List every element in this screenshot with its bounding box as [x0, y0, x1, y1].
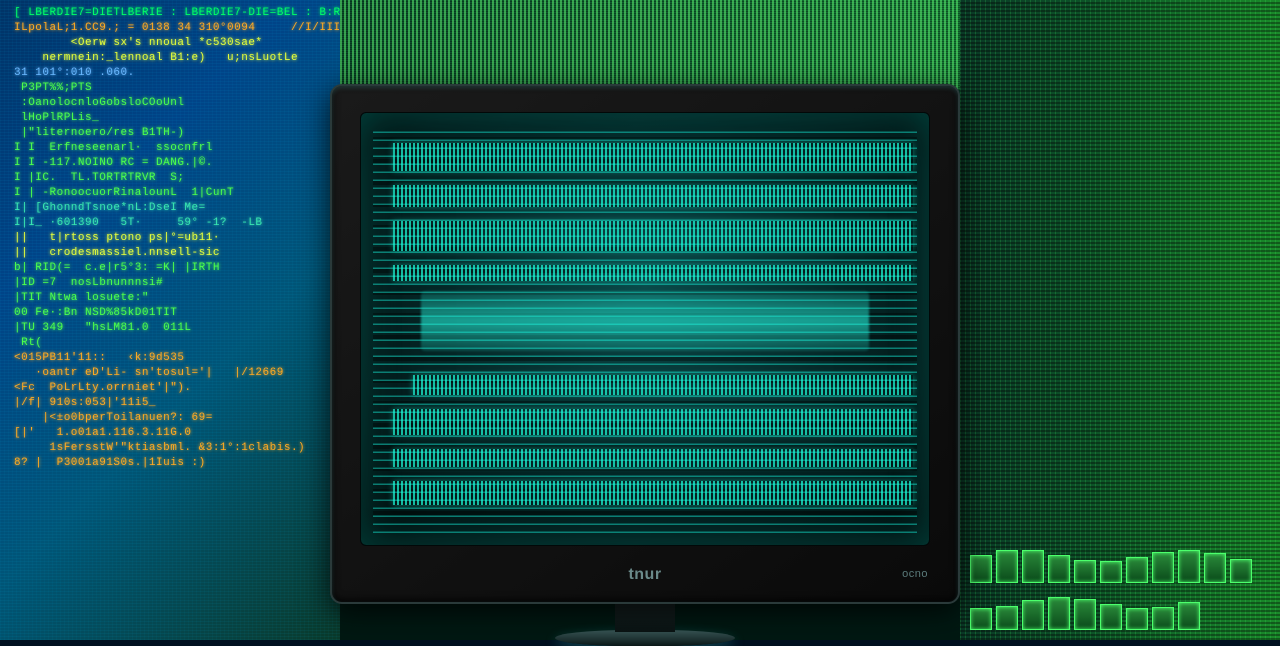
- code-line: 00 Fe·:Bn NSD%85kD01TIT: [14, 306, 330, 321]
- screen-data-blocks: [373, 125, 917, 533]
- data-block: [413, 375, 913, 395]
- circuit-chip: [1048, 597, 1070, 630]
- circuit-chip: [996, 606, 1018, 630]
- scene-root: [ LBERDIE7=DIETLBERIE : LBERDIE7-DIE=BEL…: [0, 0, 1280, 640]
- crt-monitor: tnur ocno: [330, 84, 960, 604]
- code-line: |ID =7 nosLbnunnnsi#: [14, 276, 330, 291]
- right-circuit-panel: [960, 0, 1280, 640]
- data-block: [393, 143, 913, 171]
- code-line: I I Erfneseenarl· ssocnfrl: [14, 141, 330, 156]
- code-line: I |IC. TL.TORTRTRVR S;: [14, 171, 330, 186]
- code-line: || crodesmassiel.nnsell-sic: [14, 246, 330, 261]
- circuit-chip: [1074, 560, 1096, 583]
- code-line: I|I_ ·601390 5T· 59° -1? -LB: [14, 216, 330, 231]
- circuit-chip: [1100, 604, 1122, 630]
- code-line: nermnein:_lennoal B1:e) u;nsLuotLe: [14, 51, 330, 66]
- data-block: [393, 481, 913, 505]
- data-block: [393, 265, 913, 281]
- code-line: I | -RonoocuorRinalounL 1|CunT: [14, 186, 330, 201]
- circuit-chip: [1022, 600, 1044, 630]
- code-line: |"liternoero/res B1TH-): [14, 126, 330, 141]
- left-code-panel: [ LBERDIE7=DIETLBERIE : LBERDIE7-DIE=BEL…: [0, 0, 340, 640]
- code-line: 1sFersstW'"ktiasbml. &3:1°:1clabis.): [14, 441, 330, 456]
- code-line: <Fc PoLrLty.orrniet'|").: [14, 381, 330, 396]
- code-line: Rt(: [14, 336, 330, 351]
- code-line: || t|rtoss ptono ps|°=ub11·: [14, 231, 330, 246]
- monitor-brand-right: ocno: [902, 568, 928, 580]
- code-line: |/f| 910s:053|'11i5_: [14, 396, 330, 411]
- code-line: ILpolaL;1.CC9.; = 0138 34 310°0094 //I/I…: [14, 21, 330, 36]
- circuit-chip: [996, 550, 1018, 583]
- chip-row: [970, 540, 1270, 630]
- circuit-chip: [1048, 555, 1070, 583]
- code-line: ·oantr eD'Li- sn'tosul='| |/12669: [14, 366, 330, 381]
- circuit-chip: [970, 608, 992, 630]
- circuit-chip: [1152, 552, 1174, 583]
- code-line: |TIT Ntwa losuete:": [14, 291, 330, 306]
- monitor-brand-center: tnur: [628, 566, 661, 584]
- monitor-stand-base: [555, 630, 735, 646]
- data-block: [393, 449, 913, 467]
- code-line: |<±o0bperToilanuen?: 69=: [14, 411, 330, 426]
- circuit-chip: [1074, 599, 1096, 630]
- circuit-chip: [1126, 608, 1148, 630]
- code-line: 8? | P3001a91S0s.|1Iuis :): [14, 456, 330, 471]
- circuit-chip: [1204, 553, 1226, 583]
- code-line: I| [GhonndTsnoe*nL:DseI Me=: [14, 201, 330, 216]
- circuit-chip: [1178, 550, 1200, 583]
- code-line: |TU 349 "hsLM81.0 011L: [14, 321, 330, 336]
- code-line: :OanolocnloGobsloCOoUnl: [14, 96, 330, 111]
- circuit-chip: [1230, 559, 1252, 583]
- circuit-chip: [1178, 602, 1200, 630]
- data-block: [393, 409, 913, 435]
- circuit-chip: [1126, 557, 1148, 583]
- code-line: <015PB11'11:: ‹k:9d535: [14, 351, 330, 366]
- code-line: [ LBERDIE7=DIETLBERIE : LBERDIE7-DIE=BEL…: [14, 6, 330, 21]
- monitor-bezel: tnur ocno: [330, 84, 960, 604]
- code-line: P3PT%%;PTS: [14, 81, 330, 96]
- circuit-chip: [1152, 607, 1174, 630]
- data-block: [393, 221, 913, 251]
- circuit-chip: [1100, 561, 1122, 583]
- code-line: <Oerw sx's nnoual *c530sae*: [14, 36, 330, 51]
- code-line: b| RID(= c.e|r5°3: =K| |IRTH: [14, 261, 330, 276]
- monitor-screen: [360, 112, 930, 546]
- code-line: I I -117.NOINO RC = DANG.|©.: [14, 156, 330, 171]
- circuit-chip: [970, 555, 992, 583]
- code-line: [|' 1.o01a1.116.3.11G.0: [14, 426, 330, 441]
- circuit-chip: [1022, 550, 1044, 583]
- code-line: lHoPlRPLis_: [14, 111, 330, 126]
- code-line: 31 101°:010 .060.: [14, 66, 330, 81]
- data-block: [393, 185, 913, 207]
